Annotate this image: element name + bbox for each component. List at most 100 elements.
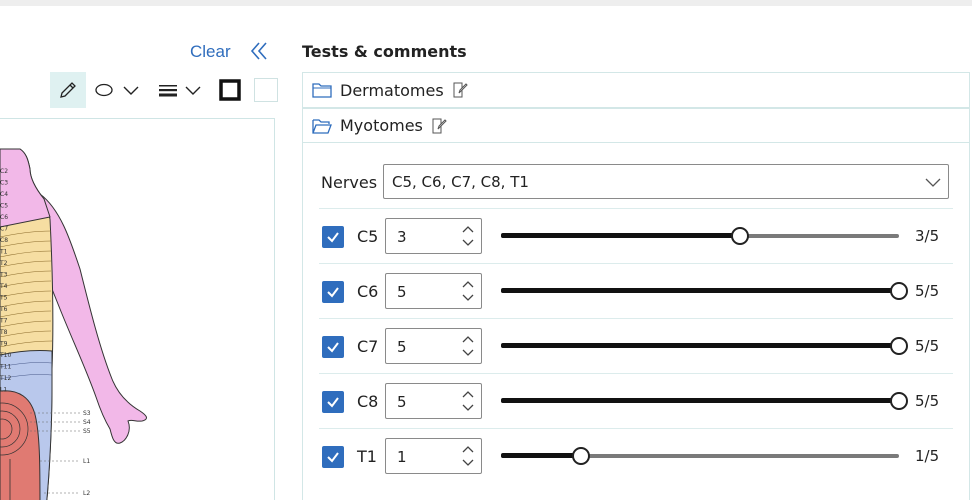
checkbox[interactable] <box>322 446 344 468</box>
strength-slider[interactable] <box>501 336 908 356</box>
segment-label: S5 <box>83 428 91 435</box>
fill-color-button[interactable] <box>254 78 278 102</box>
myotome-row: C7 5 5/5 <box>319 319 955 373</box>
nerve-label: C6 <box>357 282 379 301</box>
strength-value: 1 <box>397 448 407 466</box>
line-width-dropdown[interactable] <box>154 72 206 108</box>
strength-display: 5/5 <box>915 282 940 300</box>
dermatome-diagram: C2 C3 C4 C5 C6 C7 C8 T1 T2 T3 T4 T5 T6 T7 T8 T9 T10 T11 T1… <box>0 148 147 500</box>
strength-slider[interactable] <box>501 226 899 246</box>
segment-label: C8 <box>0 237 8 244</box>
line-width-icon <box>159 85 177 97</box>
shape-tool-dropdown[interactable] <box>92 72 142 108</box>
segment-label: L2 <box>83 490 90 497</box>
folder-icon <box>312 83 332 98</box>
slider-thumb[interactable] <box>890 392 908 410</box>
pencil-icon <box>60 82 76 98</box>
spin-up-icon[interactable] <box>461 388 475 400</box>
chevron-down-icon <box>185 86 201 95</box>
segment-label: C6 <box>0 214 8 221</box>
spin-down-icon[interactable] <box>461 237 475 249</box>
strength-slider[interactable] <box>501 391 908 411</box>
slider-thumb[interactable] <box>730 227 749 245</box>
top-bar <box>0 0 972 6</box>
clear-button[interactable]: Clear <box>190 42 231 62</box>
strength-display: 1/5 <box>915 447 940 465</box>
spin-up-icon[interactable] <box>461 443 475 455</box>
spin-down-icon[interactable] <box>461 402 475 414</box>
myotome-row: T1 1 1/5 <box>319 429 955 483</box>
segment-label: T10 <box>0 352 11 359</box>
check-icon <box>327 397 339 408</box>
chevron-down-icon <box>123 86 139 95</box>
segment-label: L1 <box>0 387 7 394</box>
slider-thumb[interactable] <box>571 447 590 465</box>
segment-label: T3 <box>0 272 8 279</box>
segment-label: T2 <box>0 260 8 267</box>
drawing-header: Clear <box>0 38 290 66</box>
nerves-value: C5, C6, C7, C8, T1 <box>392 173 529 191</box>
segment-label: T5 <box>0 295 8 302</box>
drawing-toolbar <box>0 72 290 108</box>
check-icon <box>327 342 339 353</box>
ellipse-icon <box>95 83 113 97</box>
strength-input[interactable]: 5 <box>385 273 482 309</box>
segment-label: S4 <box>83 419 91 426</box>
spin-down-icon[interactable] <box>461 457 475 469</box>
dermatome-canvas[interactable]: C2 C3 C4 C5 C6 C7 C8 T1 T2 T3 T4 T5 T6 T7 T8 T9 T10 T11 T1… <box>0 118 275 500</box>
strength-value: 5 <box>397 283 407 301</box>
slider-fill <box>501 343 899 348</box>
slider-fill <box>501 233 740 238</box>
segment-label: C2 <box>0 168 8 175</box>
segment-label: C4 <box>0 191 8 198</box>
segment-label: T1 <box>0 249 8 256</box>
segment-label: T6 <box>0 306 8 313</box>
checkbox[interactable] <box>322 336 344 358</box>
segment-label: C5 <box>0 203 8 210</box>
checkbox[interactable] <box>322 226 344 248</box>
strength-display: 5/5 <box>915 392 940 410</box>
nerve-label: T1 <box>357 447 377 466</box>
checkbox[interactable] <box>322 391 344 413</box>
edit-note-icon[interactable] <box>452 82 468 98</box>
strength-slider[interactable] <box>501 446 899 466</box>
spin-up-icon[interactable] <box>461 223 475 235</box>
strength-slider[interactable] <box>501 281 908 301</box>
check-icon <box>327 232 339 243</box>
collapse-icon[interactable] <box>248 40 270 62</box>
nerve-label: C7 <box>357 337 379 356</box>
edit-note-icon[interactable] <box>431 118 447 134</box>
dermatomes-label: Dermatomes <box>340 80 444 100</box>
pencil-tool-button[interactable] <box>50 72 86 108</box>
strength-value: 5 <box>397 393 407 411</box>
myotome-row: C8 5 5/5 <box>319 374 955 428</box>
segment-label: T7 <box>0 318 8 325</box>
slider-thumb[interactable] <box>890 282 908 300</box>
spin-up-icon[interactable] <box>461 278 475 290</box>
strength-value: 3 <box>397 228 407 246</box>
myotome-row: C5 3 3/5 <box>319 209 955 263</box>
myotomes-header[interactable]: Myotomes <box>303 109 969 143</box>
nerves-select[interactable]: C5, C6, C7, C8, T1 <box>383 164 949 199</box>
checkbox[interactable] <box>322 281 344 303</box>
stroke-color-button[interactable] <box>216 72 244 108</box>
slider-fill <box>501 453 581 458</box>
segment-label: C7 <box>0 226 8 233</box>
strength-display: 5/5 <box>915 337 940 355</box>
dermatomes-section[interactable]: Dermatomes <box>302 72 970 108</box>
segment-label: T9 <box>0 341 8 348</box>
slider-fill <box>501 398 899 403</box>
nerve-label: C5 <box>357 227 379 246</box>
strength-input[interactable]: 5 <box>385 328 482 364</box>
strength-input[interactable]: 1 <box>385 438 482 474</box>
slider-thumb[interactable] <box>890 337 908 355</box>
strength-input[interactable]: 5 <box>385 383 482 419</box>
dermatomes-header[interactable]: Dermatomes <box>303 73 969 107</box>
spin-up-icon[interactable] <box>461 333 475 345</box>
spin-down-icon[interactable] <box>461 347 475 359</box>
spin-down-icon[interactable] <box>461 292 475 304</box>
strength-display: 3/5 <box>915 227 940 245</box>
arm-region <box>39 192 147 444</box>
segment-label: T12 <box>0 375 11 382</box>
strength-input[interactable]: 3 <box>385 218 482 254</box>
